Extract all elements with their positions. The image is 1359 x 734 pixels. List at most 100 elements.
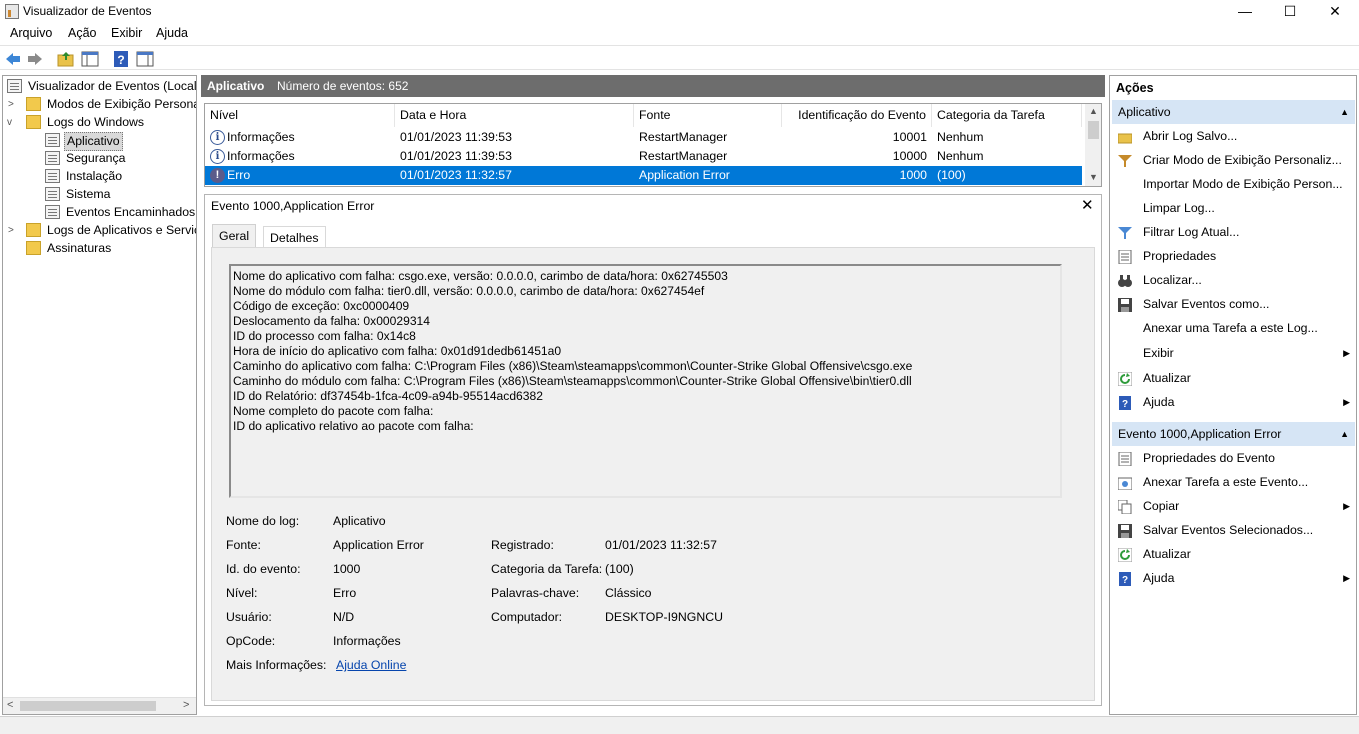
collapse-chevron-icon[interactable]: v [7,117,12,128]
minimize-button[interactable]: — [1222,0,1268,23]
action-label: Ajuda [1143,395,1175,409]
keywords-value: Clássico [605,586,652,600]
task-icon [1117,475,1133,491]
action-localizar[interactable]: Localizar... [1112,269,1355,293]
column-header-date[interactable]: Data e Hora [395,104,634,127]
action-label: Importar Modo de Exibição Person... [1143,177,1343,191]
description-line: ID do Relatório: df37454b-1fca-4c09-a94b… [233,389,543,403]
action-atualizar[interactable]: Atualizar [1112,367,1355,391]
help-icon[interactable]: ? [112,50,130,68]
logged-value: 01/01/2023 11:32:57 [605,538,717,552]
log-icon [45,151,60,165]
folder-icon [26,97,41,111]
events-grid: Nível Data e Hora Fonte Identificação do… [204,103,1102,187]
column-header-source[interactable]: Fonte [634,104,782,127]
general-tab-body: Nome do aplicativo com falha: csgo.exe, … [211,247,1095,701]
menu-arquivo[interactable]: Arquivo [10,26,52,40]
back-arrow-icon[interactable] [4,50,22,68]
forward-arrow-icon[interactable] [26,50,44,68]
opcode-value: Informações [333,634,401,648]
menu-acao[interactable]: Ação [68,26,97,40]
column-header-event-id[interactable]: Identificação do Evento [782,104,932,127]
action-abrir-log-salvo[interactable]: Abrir Log Salvo... [1112,125,1355,149]
menu-exibir[interactable]: Exibir [111,26,142,40]
copy-icon [1117,499,1132,515]
log-name-value: Aplicativo [333,514,386,528]
event-count: Número de eventos: 652 [277,79,409,93]
tree-horizontal-scrollbar[interactable]: < > [3,697,196,714]
action-limpar-log[interactable]: Limpar Log... [1112,197,1355,221]
event-id-value: 1000 [333,562,361,576]
up-folder-icon[interactable] [57,50,75,68]
action-filtrar-log-atual[interactable]: Filtrar Log Atual... [1112,221,1355,245]
section-title: Aplicativo [1118,105,1171,119]
action-propriedades-do-evento[interactable]: Propriedades do Evento [1112,447,1355,471]
table-row-selected[interactable]: ! Erro 01/01/2023 11:32:57 Application E… [205,166,1082,185]
action-label: Salvar Eventos como... [1143,297,1270,311]
action-copiar[interactable]: Copiar ▶ [1112,495,1355,519]
close-button[interactable]: ✕ [1312,0,1358,23]
scroll-left-icon[interactable]: < [7,699,13,711]
event-description[interactable]: Nome do aplicativo com falha: csgo.exe, … [229,264,1062,498]
log-icon [45,205,60,219]
action-importar-modo-de-exibição-person[interactable]: Importar Modo de Exibição Person... [1112,173,1355,197]
folder-icon [26,115,41,129]
close-icon[interactable]: ✕ [1081,196,1094,214]
window-title: Visualizador de Eventos [23,4,152,18]
action-propriedades[interactable]: Propriedades [1112,245,1355,269]
action-pane-icon[interactable] [136,50,154,68]
tab-geral[interactable]: Geral [212,224,257,248]
show-hide-tree-icon[interactable] [81,50,99,68]
scroll-right-icon[interactable]: > [183,699,189,711]
collapse-arrow-icon[interactable]: ▲ [1340,422,1349,446]
action-label: Propriedades do Evento [1143,451,1275,465]
scroll-up-icon[interactable]: ▲ [1089,106,1098,116]
online-help-link[interactable]: Ajuda Online [336,658,406,672]
cell-id: 10001 [892,130,927,144]
cell-level: Erro [227,168,251,182]
title-bar: Visualizador de Eventos — ☐ ✕ [0,0,1359,23]
properties-icon [1118,451,1132,467]
cell-id: 1000 [899,168,927,182]
action-anexar-tarefa-a-este-evento[interactable]: Anexar Tarefa a este Evento... [1112,471,1355,495]
actions-title: Ações [1116,81,1154,95]
section-header-event[interactable]: Evento 1000,Application Error ▲ [1112,422,1355,446]
tab-detalhes[interactable]: Detalhes [263,226,326,247]
section-header-aplicativo[interactable]: Aplicativo ▲ [1112,100,1355,124]
expand-chevron-icon[interactable]: > [8,99,14,110]
properties-icon [1118,249,1132,265]
action-anexar-uma-tarefa-a-este-log[interactable]: Anexar uma Tarefa a este Log... [1112,317,1355,341]
collapse-arrow-icon[interactable]: ▲ [1340,100,1349,124]
action-ajuda[interactable]: ? Ajuda ▶ [1112,391,1355,415]
table-row[interactable]: i Informações 01/01/2023 11:39:53 Restar… [205,147,1082,166]
action-criar-modo-de-exibição-personaliz[interactable]: Criar Modo de Exibição Personaliz... [1112,149,1355,173]
user-label: Usuário: [226,610,272,624]
level-label: Nível: [226,586,258,600]
table-row[interactable]: i Informações 01/01/2023 11:39:53 Restar… [205,128,1082,147]
action-exibir[interactable]: Exibir ▶ [1112,342,1355,366]
error-icon: ! [210,168,225,183]
scrollbar-thumb[interactable] [1088,121,1099,139]
expand-chevron-icon[interactable]: > [8,225,14,236]
log-icon [45,187,60,201]
cell-date: 01/01/2023 11:39:53 [400,149,512,163]
grid-vertical-scrollbar[interactable]: ▲ ▼ [1085,104,1101,186]
action-atualizar[interactable]: Atualizar [1112,543,1355,567]
column-header-level[interactable]: Nível [205,104,395,127]
status-bar [0,716,1359,734]
description-line: Deslocamento da falha: 0x00029314 [233,314,431,328]
action-label: Localizar... [1143,273,1202,287]
scrollbar-thumb[interactable] [20,701,156,711]
column-header-category[interactable]: Categoria da Tarefa [932,104,1082,127]
binoculars-icon [1118,273,1132,287]
action-salvar-eventos-como[interactable]: Salvar Eventos como... [1112,293,1355,317]
opcode-label: OpCode: [226,634,276,648]
action-salvar-eventos-selecionados[interactable]: Salvar Eventos Selecionados... [1112,519,1355,543]
action-ajuda[interactable]: ? Ajuda ▶ [1112,567,1355,591]
help-icon: ? [1118,395,1132,410]
computer-value: DESKTOP-I9NGNCU [605,610,723,624]
scroll-down-icon[interactable]: ▼ [1089,172,1098,182]
submenu-arrow-icon: ▶ [1343,573,1350,583]
menu-ajuda[interactable]: Ajuda [156,26,188,40]
maximize-button[interactable]: ☐ [1267,0,1313,23]
